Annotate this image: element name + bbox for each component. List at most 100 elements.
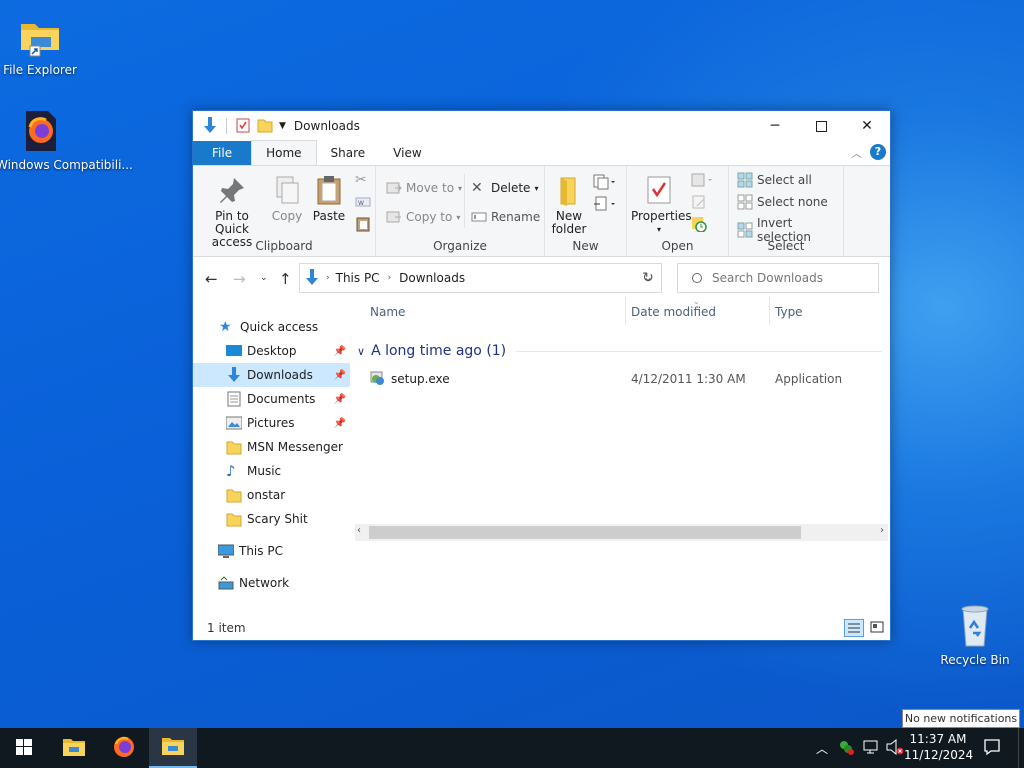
- clock[interactable]: 11:37 AM 11/12/2024: [904, 731, 974, 763]
- breadcrumb-downloads[interactable]: Downloads: [399, 271, 465, 285]
- taskbar-firefox[interactable]: [100, 728, 148, 768]
- open-icon[interactable]: [691, 172, 715, 191]
- easy-access-icon[interactable]: [593, 196, 617, 215]
- edit-icon[interactable]: [691, 194, 707, 213]
- taskbar-file-explorer[interactable]: [50, 728, 98, 768]
- search-placeholder: Search Downloads: [712, 271, 823, 285]
- breadcrumb-this-pc[interactable]: This PC: [336, 271, 380, 285]
- nav-this-pc[interactable]: This PC: [193, 539, 350, 563]
- move-to-button[interactable]: Move to ▾: [386, 180, 462, 196]
- maximize-button[interactable]: [798, 111, 844, 141]
- tab-share[interactable]: Share: [317, 141, 380, 165]
- collapse-ribbon-icon[interactable]: ︿: [851, 145, 862, 161]
- folder-icon: [161, 736, 185, 759]
- action-center-button[interactable]: [968, 728, 1016, 768]
- new-folder-qa-icon[interactable]: [257, 117, 273, 136]
- qa-dropdown-icon[interactable]: ▼: [279, 121, 286, 131]
- up-arrow-icon[interactable]: ↑: [279, 270, 292, 288]
- scroll-right-icon[interactable]: ›: [880, 525, 884, 536]
- help-icon[interactable]: ?: [870, 144, 886, 160]
- properties-qa-icon[interactable]: [235, 117, 251, 136]
- tab-file[interactable]: File: [193, 141, 252, 165]
- title-bar[interactable]: ▼ Downloads ─ ✕: [193, 111, 890, 141]
- clock-date: 11/12/2024: [904, 748, 974, 762]
- invert-selection-icon: [737, 222, 753, 238]
- file-explorer-window: ▼ Downloads ─ ✕ File Home Share View ︿ ?…: [192, 110, 891, 641]
- desktop-icon-recycle-bin[interactable]: Recycle Bin: [935, 602, 1015, 667]
- pin-to-quick-access-button[interactable]: Pin to Quick access: [199, 174, 265, 249]
- nav-item-pictures[interactable]: Pictures 📌: [193, 411, 350, 435]
- scroll-left-icon[interactable]: ‹: [357, 525, 361, 536]
- taskbar-file-explorer-active[interactable]: [149, 728, 197, 768]
- folder-icon: [16, 12, 64, 60]
- desktop-icon-file-explorer[interactable]: File Explorer: [0, 12, 80, 77]
- rename-button[interactable]: Rename: [471, 209, 540, 225]
- show-desktop-button[interactable]: [1018, 728, 1024, 768]
- address-bar[interactable]: › This PC › Downloads ⌄: [299, 263, 662, 293]
- copy-to-button[interactable]: Copy to ▾: [386, 209, 460, 225]
- list-item[interactable]: setup.exe 4/12/2011 1:30 AM Application: [369, 368, 882, 390]
- breadcrumb-separator-icon[interactable]: ›: [388, 273, 392, 283]
- group-label-organize: Organize: [433, 239, 487, 253]
- volume-muted-icon[interactable]: [886, 738, 904, 758]
- search-box[interactable]: Search Downloads: [677, 263, 879, 293]
- nav-item-downloads[interactable]: Downloads 📌: [193, 363, 350, 387]
- breadcrumb-separator-icon[interactable]: ›: [326, 273, 330, 283]
- copy-path-icon[interactable]: W: [355, 194, 371, 210]
- nav-item-scary-shit[interactable]: Scary Shit: [193, 507, 350, 531]
- tab-home[interactable]: Home: [251, 140, 317, 165]
- app-tray-icon[interactable]: [838, 739, 854, 758]
- nav-item-music[interactable]: ♪ Music: [193, 459, 350, 483]
- delete-button[interactable]: ✕ Delete ▾: [471, 180, 538, 196]
- paste-button[interactable]: Paste: [311, 174, 347, 223]
- new-item-icon[interactable]: [593, 174, 617, 193]
- group-header[interactable]: ∨ A long time ago (1): [357, 343, 882, 359]
- download-arrow-icon: [202, 116, 218, 137]
- clipboard-icon: [313, 174, 345, 206]
- nav-quick-access[interactable]: ★ Quick access: [193, 315, 350, 339]
- folder-icon: [62, 737, 86, 760]
- copy-button[interactable]: Copy: [269, 174, 305, 223]
- folder-icon: [226, 511, 242, 527]
- paste-shortcut-icon[interactable]: [355, 216, 371, 232]
- group-new: New folder New: [545, 166, 627, 256]
- desktop-icon-windows-compat[interactable]: Windows Compatibili...: [0, 107, 133, 172]
- address-bar-row: ← → ⌄ ↑ › This PC › Downloads ⌄ ↻ Search…: [193, 259, 890, 299]
- back-arrow-icon[interactable]: ←: [205, 270, 218, 288]
- column-header-type[interactable]: Type: [775, 305, 803, 319]
- taskbar: ︿ 11:37 AM 11/12/2024: [0, 728, 1024, 768]
- tab-view[interactable]: View: [379, 141, 435, 165]
- select-all-button[interactable]: Select all: [737, 172, 812, 188]
- new-folder-button[interactable]: New folder: [549, 174, 589, 236]
- forward-arrow-icon[interactable]: →: [233, 270, 246, 288]
- horizontal-scrollbar[interactable]: ‹ ›: [355, 524, 888, 541]
- group-label-open: Open: [661, 239, 694, 253]
- properties-button[interactable]: Properties ▾: [631, 174, 692, 236]
- show-hidden-icons-icon[interactable]: ︿: [816, 740, 828, 757]
- column-header-date[interactable]: Date modified: [631, 305, 716, 319]
- refresh-button[interactable]: ↻: [633, 263, 663, 293]
- select-none-button[interactable]: Select none: [737, 194, 828, 210]
- close-button[interactable]: ✕: [844, 111, 890, 141]
- history-icon[interactable]: [691, 216, 707, 235]
- large-icons-view-icon[interactable]: [870, 621, 884, 636]
- network-tray-icon[interactable]: [863, 739, 881, 758]
- nav-item-desktop[interactable]: Desktop 📌: [193, 339, 350, 363]
- details-view-icon[interactable]: [844, 619, 864, 637]
- start-button[interactable]: [0, 728, 48, 768]
- nav-item-documents[interactable]: Documents 📌: [193, 387, 350, 411]
- nav-item-onstar[interactable]: onstar: [193, 483, 350, 507]
- music-icon: ♪: [226, 462, 236, 480]
- ribbon-tabs: File Home Share View ︿ ?: [193, 140, 890, 165]
- nav-item-msn-messenger[interactable]: MSN Messenger: [193, 435, 350, 459]
- recent-locations-icon[interactable]: ⌄: [260, 273, 268, 283]
- column-header-name[interactable]: Name: [370, 305, 405, 319]
- nav-network[interactable]: Network: [193, 571, 350, 595]
- cut-icon[interactable]: ✂: [355, 172, 371, 188]
- pin-icon: [216, 174, 248, 206]
- minimize-button[interactable]: ─: [752, 111, 798, 141]
- refresh-icon: ↻: [642, 270, 654, 286]
- scrollbar-thumb[interactable]: [369, 526, 801, 539]
- select-none-icon: [737, 194, 753, 210]
- new-folder-icon: [553, 174, 585, 206]
